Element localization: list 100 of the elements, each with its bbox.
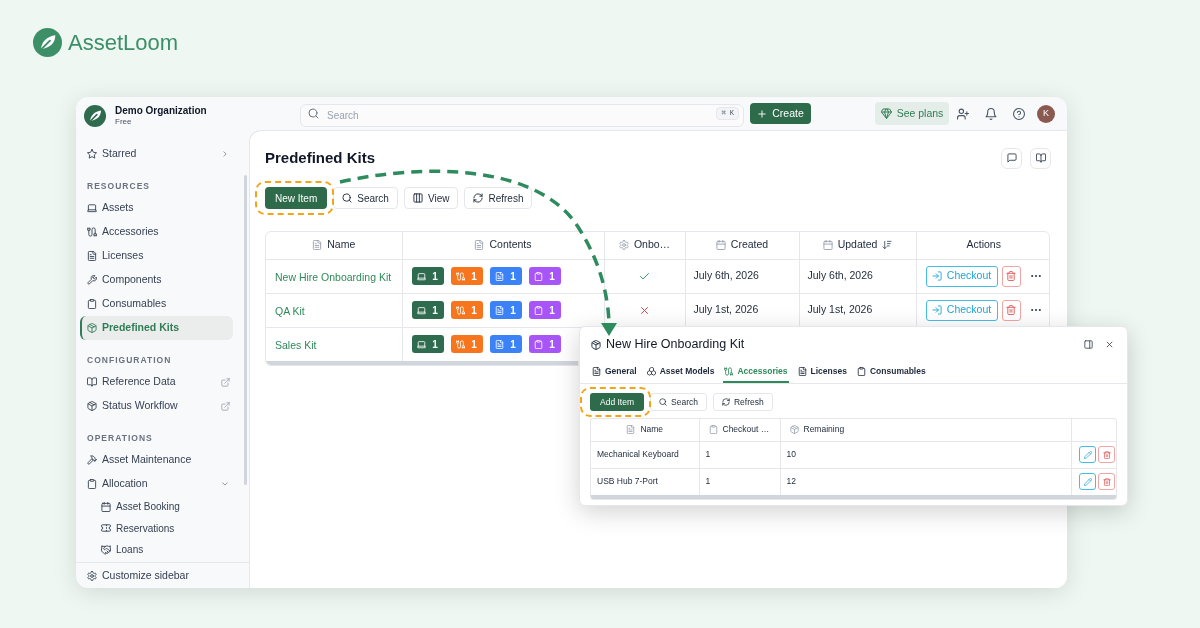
sidebar-item[interactable]: Licenses	[80, 244, 233, 268]
ticket-icon	[101, 523, 111, 534]
kit-name-link[interactable]: QA Kit	[275, 305, 305, 317]
refresh-button[interactable]: Refresh	[712, 393, 773, 411]
boxes-icon	[646, 367, 656, 376]
pencil-icon	[1083, 477, 1092, 486]
kit-name-link[interactable]: Sales Kit	[275, 339, 317, 352]
delete-button[interactable]	[1098, 473, 1115, 491]
help-icon[interactable]	[1013, 107, 1025, 120]
kit-name-link[interactable]: New Hire Onboarding Kit	[275, 271, 392, 283]
count-label: 1	[471, 269, 477, 284]
search-icon	[342, 193, 353, 203]
document-icon	[495, 305, 505, 315]
sidebar-item[interactable]: Asset Booking	[80, 496, 233, 518]
chevron-right-icon[interactable]	[221, 150, 229, 158]
scrollbar[interactable]	[591, 495, 1116, 499]
refresh-button[interactable]: Refresh	[464, 187, 533, 209]
sidebar-item[interactable]: Starred	[80, 142, 221, 166]
see-plans-button[interactable]: See plans	[875, 102, 949, 125]
sidebar-item[interactable]: Asset Maintenance	[80, 448, 233, 472]
create-button[interactable]: Create	[750, 103, 811, 124]
count-label: 1	[510, 303, 516, 318]
logo-icon	[84, 104, 106, 127]
table-cell: Mechanical Keyboard	[591, 441, 699, 468]
sidebar-item[interactable]: Predefined Kits	[80, 316, 233, 340]
column-header: Checkout …	[722, 423, 770, 437]
scrollbar[interactable]	[266, 361, 578, 365]
document-icon	[626, 425, 636, 435]
book-icon	[87, 377, 97, 387]
pencil-icon	[1083, 450, 1092, 459]
plan-label: Free	[115, 117, 133, 127]
close-icon[interactable]	[1105, 340, 1114, 349]
section-heading: CONFIGURATION	[86, 353, 173, 367]
clipboard-icon	[534, 305, 544, 315]
tab[interactable]: General	[591, 362, 638, 383]
organization-name: Demo Organization	[115, 104, 207, 117]
external-link-icon[interactable]	[221, 401, 230, 411]
count-label: 1	[432, 303, 438, 318]
search-icon	[308, 108, 319, 119]
sidebar-item[interactable]: Status Workflow	[80, 394, 221, 418]
tab[interactable]: Accessories	[723, 362, 789, 383]
sidebar-item[interactable]: Loans	[80, 539, 233, 561]
sidebar-item[interactable]: Accessories	[80, 220, 233, 244]
sidebar-item[interactable]: Assets	[80, 196, 233, 220]
sidebar-item[interactable]: Allocation	[80, 472, 221, 496]
sidebar-item[interactable]: Consumables	[80, 292, 233, 316]
customize-sidebar-link[interactable]: Customize sidebar	[87, 567, 189, 584]
trash-icon	[1006, 271, 1016, 281]
side-panel-icon[interactable]	[1084, 340, 1093, 349]
table-cell: 10	[780, 441, 1071, 468]
tab[interactable]: Consumables	[855, 362, 927, 383]
column-header: Created	[730, 237, 769, 253]
chevron-down-icon[interactable]	[221, 480, 229, 488]
add-user-icon[interactable]	[957, 107, 969, 120]
handshake-icon	[101, 544, 111, 555]
tab[interactable]: Licenses	[796, 362, 848, 383]
cable-icon	[87, 227, 97, 237]
delete-button[interactable]	[1098, 446, 1115, 463]
view-button[interactable]: View	[403, 187, 459, 209]
section-heading: OPERATIONS	[86, 431, 154, 445]
laptop-icon	[417, 305, 427, 315]
delete-button[interactable]	[1001, 265, 1021, 287]
cube-icon	[87, 401, 97, 411]
cable-icon	[456, 305, 466, 315]
settings-icon	[87, 570, 97, 581]
sidebar-item[interactable]: Reference Data	[80, 370, 221, 394]
brand-name: AssetLoom	[68, 31, 179, 54]
external-link-icon[interactable]	[221, 377, 230, 387]
clipboard-icon	[534, 271, 544, 281]
sort-icon[interactable]	[882, 240, 893, 251]
primary-button[interactable]: New Item	[265, 187, 328, 209]
avatar[interactable]: K	[1037, 104, 1055, 123]
column-header: Contents	[489, 237, 532, 253]
date-cell: July 6th, 2026	[799, 259, 916, 293]
search-icon	[659, 398, 668, 406]
edit-button[interactable]	[1079, 473, 1096, 491]
count-label: 1	[510, 269, 516, 284]
edit-button[interactable]	[1079, 446, 1096, 463]
search-button[interactable]: Search	[650, 393, 707, 411]
column-header: Name	[327, 237, 356, 253]
table-cell: 1	[699, 441, 780, 468]
cube-icon	[789, 425, 799, 435]
delete-button[interactable]	[1001, 299, 1021, 321]
scrollbar[interactable]	[244, 175, 247, 485]
book-icon	[1035, 153, 1046, 163]
section-heading: RESOURCES	[86, 179, 152, 193]
comment-button[interactable]	[1001, 147, 1022, 169]
sidebar-item[interactable]: Reservations	[80, 517, 233, 539]
wrench-icon	[87, 275, 97, 285]
tab[interactable]: Asset Models	[645, 362, 716, 383]
book-button[interactable]	[1030, 147, 1051, 169]
page-title: Predefined Kits	[265, 147, 376, 168]
clipboard-icon	[534, 339, 544, 349]
primary-button[interactable]: Add Item	[590, 393, 645, 411]
bell-icon[interactable]	[985, 107, 997, 120]
search-button[interactable]: Search	[333, 187, 398, 209]
cube-icon	[87, 323, 97, 333]
sidebar-item[interactable]: Components	[80, 268, 233, 292]
count-label: 1	[549, 269, 555, 284]
clipboard-icon	[856, 367, 866, 376]
